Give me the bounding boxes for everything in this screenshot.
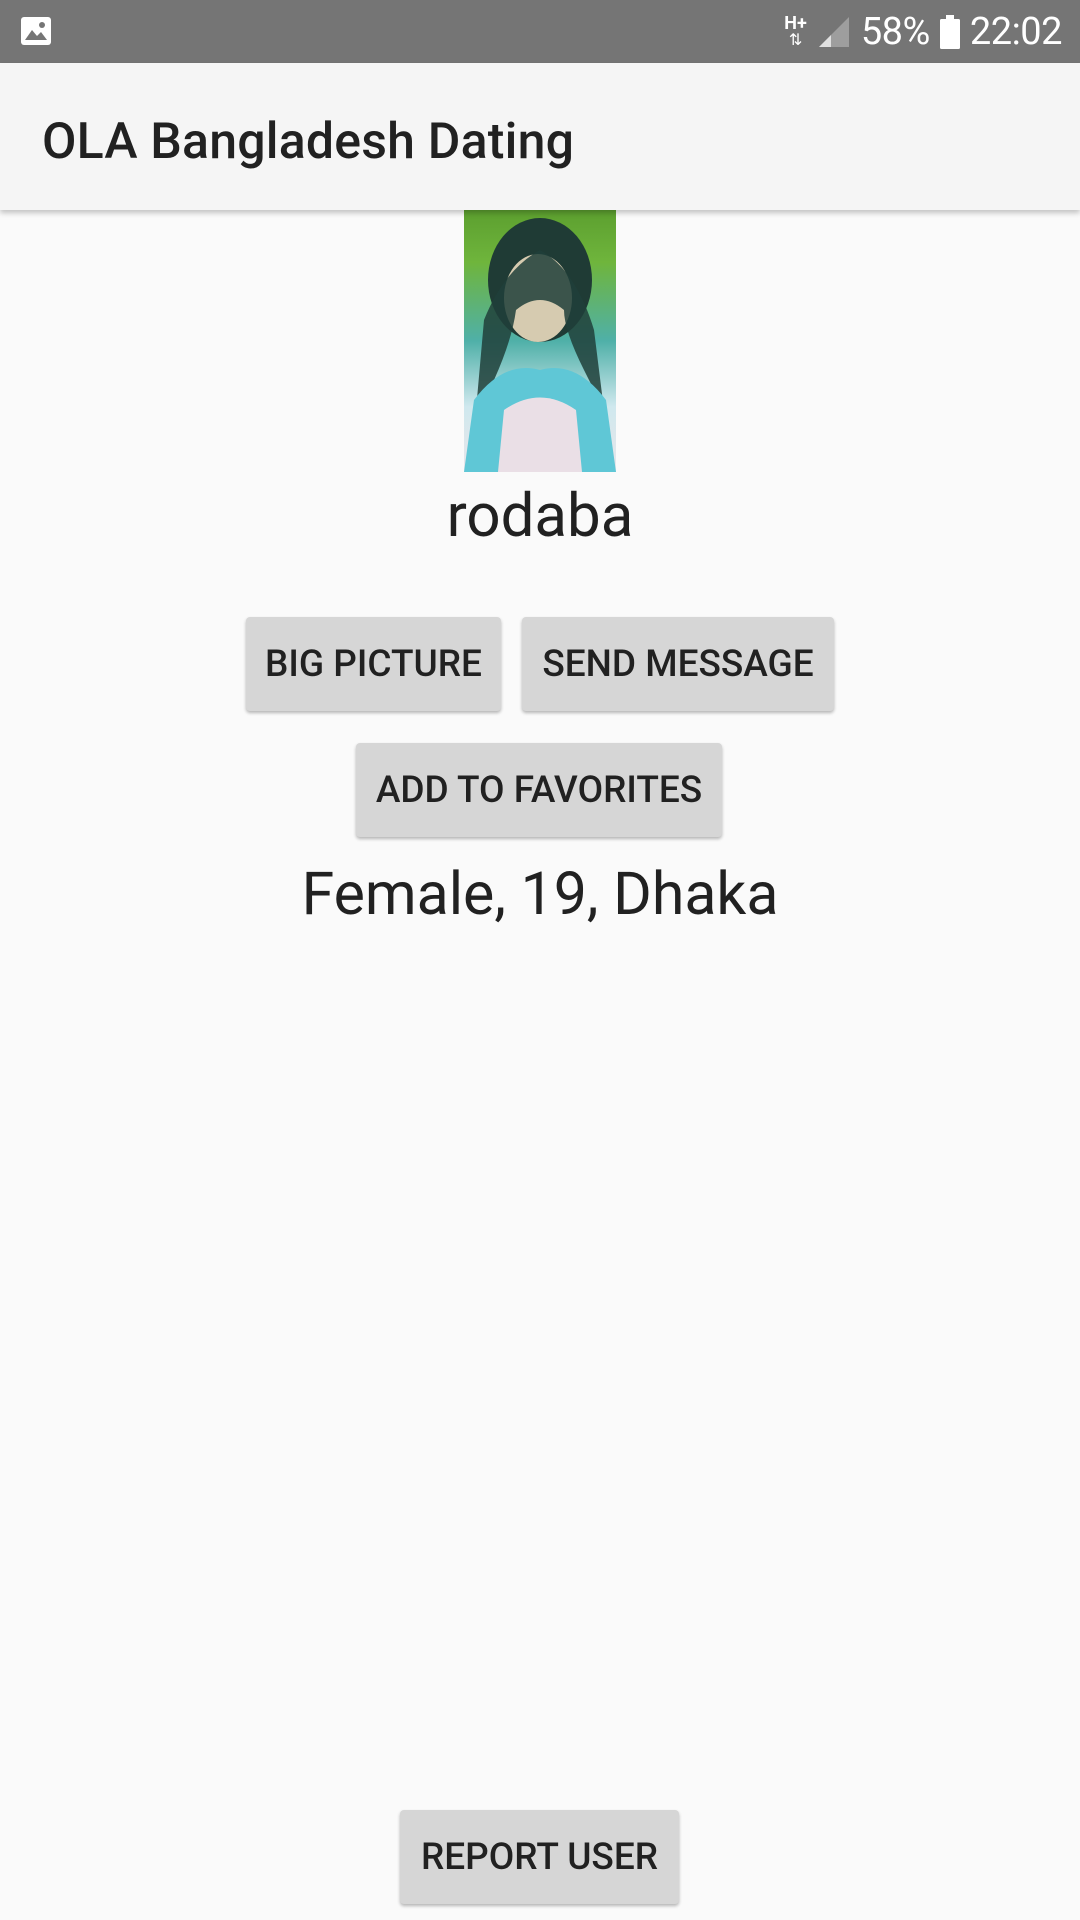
battery-icon	[939, 14, 960, 49]
image-notification-icon	[21, 17, 51, 45]
status-icons: H+ ⇅ 58% 22:02	[784, 0, 1062, 63]
report-user-button[interactable]: REPORT USER	[400, 1810, 679, 1904]
network-type-indicator: H+ ⇅	[784, 15, 807, 50]
add-to-favorites-button[interactable]: ADD TO FAVORITES	[356, 743, 722, 837]
app-title: OLA Bangladesh Dating	[42, 113, 575, 171]
network-signal-icon	[818, 16, 849, 47]
status-bar: H+ ⇅ 58% 22:02	[0, 0, 1080, 63]
profile-name: rodaba	[446, 480, 634, 551]
battery-percent: 58%	[860, 9, 931, 54]
profile-photo-image	[464, 218, 616, 472]
data-arrows-icon: ⇅	[788, 30, 803, 50]
app-bar: OLA Bangladesh Dating	[0, 63, 1080, 210]
big-picture-button[interactable]: BIG PICTURE	[246, 617, 501, 711]
send-message-button[interactable]: SEND MESSAGE	[522, 617, 834, 711]
profile-details: Female, 19, Dhaka	[301, 860, 779, 929]
clock: 22:02	[969, 9, 1063, 54]
profile-photo[interactable]	[464, 210, 616, 472]
